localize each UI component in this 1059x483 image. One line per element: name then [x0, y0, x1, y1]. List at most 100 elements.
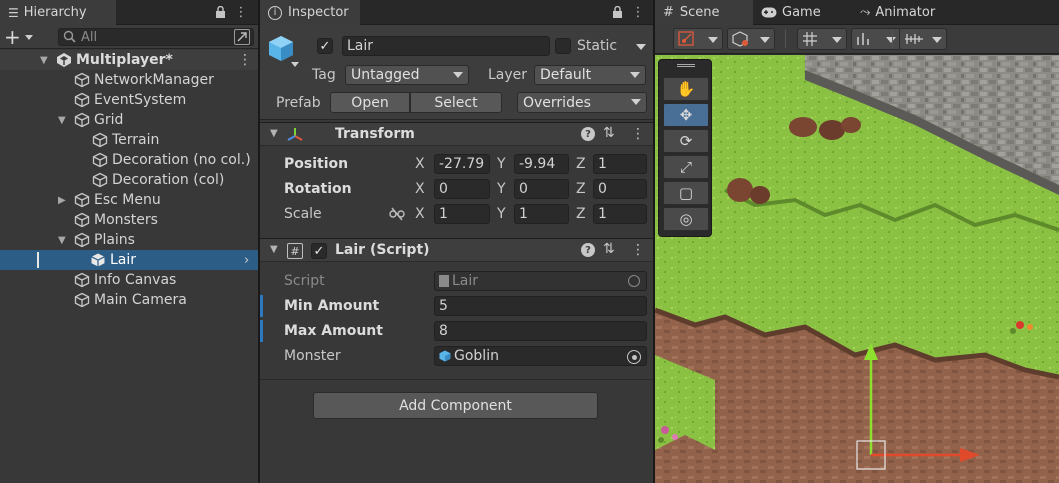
overrides-dropdown[interactable]: Overrides	[517, 92, 647, 113]
max-amount-field[interactable]: 8	[434, 321, 647, 341]
scale-z-label[interactable]: Z	[576, 206, 586, 222]
rect-tool-button[interactable]: ▢	[663, 181, 709, 205]
hierarchy-item-grid[interactable]: ▼ Grid	[0, 110, 258, 130]
hierarchy-item-esc-menu[interactable]: ▶ Esc Menu	[0, 190, 258, 210]
scale-x-label[interactable]: X	[415, 206, 425, 222]
lair-script-header[interactable]: ▼ # ✓ Lair (Script) ? ⇅ ⋮	[260, 238, 653, 262]
help-icon[interactable]: ?	[581, 127, 595, 141]
scale-tool-button[interactable]: ⤢	[663, 155, 709, 179]
expand-arrow-icon[interactable]: ▼	[40, 55, 48, 66]
gameobject-icon	[74, 192, 90, 208]
add-button[interactable]: +	[4, 27, 38, 47]
global-dropdown[interactable]	[727, 28, 775, 50]
hierarchy-item-eventsystem[interactable]: EventSystem	[0, 90, 258, 110]
tab-animator[interactable]: ⤳ Animator	[860, 0, 935, 25]
kebab-menu-icon[interactable]: ⋮	[234, 5, 248, 20]
scale-y-label[interactable]: Y	[497, 206, 506, 222]
tools-overlay: ✋ ✥ ⟳ ⤢ ▢ ◎	[658, 59, 712, 237]
position-z-label[interactable]: Z	[576, 156, 586, 172]
preset-icon[interactable]: ⇅	[603, 125, 615, 141]
position-x-field[interactable]: -27.79	[434, 154, 490, 174]
transform-header[interactable]: ▼ Transform ? ⇅ ⋮	[260, 122, 653, 146]
rotation-z-label[interactable]: Z	[576, 181, 586, 197]
tab-inspector[interactable]: i Inspector	[260, 0, 360, 25]
hierarchy-item-label: Esc Menu	[94, 192, 161, 208]
hand-tool-button[interactable]: ✋	[663, 77, 709, 101]
hierarchy-item-plains[interactable]: ▼ Plains	[0, 230, 258, 250]
collapse-arrow-icon[interactable]: ▶	[58, 195, 66, 206]
chevron-down-icon	[453, 72, 463, 78]
rotation-z-field[interactable]: 0	[593, 179, 647, 199]
lock-icon[interactable]	[213, 5, 227, 19]
pivot-dropdown[interactable]	[673, 28, 723, 50]
grid-snapping-dropdown[interactable]	[797, 28, 847, 50]
scene-visibility-icon[interactable]	[234, 29, 250, 45]
prefab-cube-icon	[439, 350, 451, 362]
monster-field[interactable]: Goblin	[434, 346, 647, 366]
expand-arrow-icon[interactable]: ▼	[58, 235, 66, 246]
position-z-field[interactable]: 1	[593, 154, 647, 174]
position-y-label[interactable]: Y	[497, 156, 506, 172]
hierarchy-item-label: Grid	[94, 112, 124, 128]
static-dropdown-chevron-icon[interactable]	[636, 44, 646, 50]
tab-scene[interactable]: # Scene	[655, 0, 753, 25]
gameobject-selected-icon	[90, 252, 106, 268]
search-input[interactable]: All	[58, 28, 254, 46]
scale-z-field[interactable]: 1	[593, 204, 647, 224]
collapse-arrow-icon[interactable]: ▼	[270, 244, 278, 255]
position-x-label[interactable]: X	[415, 156, 425, 172]
ruler-dropdown[interactable]	[899, 28, 947, 50]
kebab-menu-icon[interactable]: ⋮	[631, 242, 645, 258]
rect-icon: ▢	[678, 184, 694, 202]
object-cube-icon[interactable]	[267, 34, 299, 67]
gameobject-icon	[92, 132, 108, 148]
static-checkbox[interactable]	[555, 38, 571, 54]
scene-kebab-icon[interactable]: ⋮	[238, 52, 252, 68]
active-checkbox[interactable]: ✓	[317, 38, 333, 54]
rotation-y-label[interactable]: Y	[497, 181, 506, 197]
tab-hierarchy[interactable]: ☰ Hierarchy	[0, 0, 116, 25]
rotation-x-label[interactable]: X	[415, 181, 425, 197]
collapse-arrow-icon[interactable]: ▼	[270, 128, 278, 139]
kebab-menu-icon[interactable]: ⋮	[631, 126, 645, 142]
tag-dropdown[interactable]: Untagged	[345, 65, 469, 85]
scene-name: Multiplayer*	[76, 52, 173, 68]
scale-x-field[interactable]: 1	[434, 204, 490, 224]
hierarchy-item-decoration-no-col[interactable]: Decoration (no col.)	[0, 150, 258, 170]
hierarchy-item-terrain[interactable]: Terrain	[0, 130, 258, 150]
scene-root-row[interactable]: ▼ Multiplayer* ⋮	[0, 50, 258, 70]
expand-arrow-icon[interactable]: ▼	[58, 115, 66, 126]
position-y-field[interactable]: -9.94	[514, 154, 569, 174]
script-enabled-checkbox[interactable]: ✓	[311, 243, 327, 259]
prefab-open-button[interactable]: Open	[330, 92, 410, 113]
hierarchy-item-decoration-col[interactable]: Decoration (col)	[0, 170, 258, 190]
hierarchy-item-info-canvas[interactable]: Info Canvas	[0, 270, 258, 290]
add-component-button[interactable]: Add Component	[313, 392, 598, 419]
hierarchy-panel: ☰ Hierarchy ⋮ + All ▼ Multiplayer* ⋮ Net…	[0, 0, 258, 483]
move-tool-button[interactable]: ✥	[663, 103, 709, 127]
rotate-tool-button[interactable]: ⟳	[663, 129, 709, 153]
rotation-x-field[interactable]: 0	[434, 179, 490, 199]
rotation-y-field[interactable]: 0	[514, 179, 569, 199]
min-amount-field[interactable]: 5	[434, 296, 647, 316]
hierarchy-item-lair[interactable]: Lair ›	[0, 250, 258, 270]
kebab-menu-icon[interactable]: ⋮	[631, 5, 645, 20]
help-icon[interactable]: ?	[581, 243, 595, 257]
overlay-drag-handle[interactable]	[677, 64, 695, 67]
chevron-right-icon[interactable]: ›	[244, 253, 249, 268]
scene-viewport[interactable]: ✋ ✥ ⟳ ⤢ ▢ ◎	[655, 55, 1059, 483]
preset-icon[interactable]: ⇅	[603, 241, 615, 257]
object-picker-icon[interactable]	[627, 350, 641, 364]
increment-snap-dropdown[interactable]	[851, 28, 901, 50]
constrain-proportions-icon[interactable]	[389, 207, 405, 221]
prefab-select-button[interactable]: Select	[410, 92, 502, 113]
tab-game[interactable]: Game	[761, 0, 821, 25]
transform-tool-button[interactable]: ◎	[663, 207, 709, 231]
hierarchy-item-main-camera[interactable]: Main Camera	[0, 290, 258, 310]
layer-dropdown[interactable]: Default	[534, 65, 646, 85]
lock-icon[interactable]	[610, 5, 624, 19]
scale-y-field[interactable]: 1	[514, 204, 569, 224]
hierarchy-item-monsters[interactable]: Monsters	[0, 210, 258, 230]
object-name-field[interactable]: Lair	[342, 36, 550, 56]
hierarchy-item-networkmanager[interactable]: NetworkManager	[0, 70, 258, 90]
